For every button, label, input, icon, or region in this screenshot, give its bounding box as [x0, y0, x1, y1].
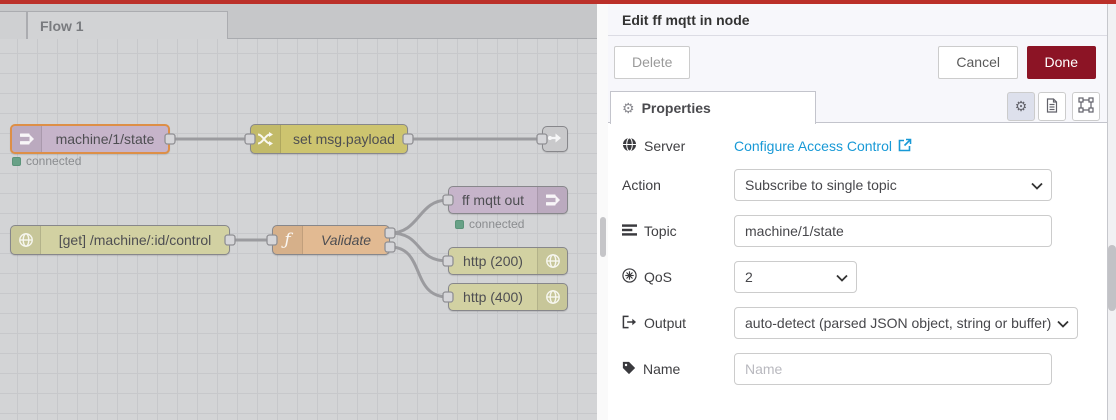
done-button[interactable]: Done	[1026, 46, 1096, 79]
tab-label: Properties	[641, 100, 711, 116]
output-row: Output auto-detect (parsed JSON object, …	[622, 307, 1079, 339]
editor-scrollbar[interactable]	[600, 217, 606, 257]
node-link-out[interactable]	[542, 126, 568, 152]
tray-title: Edit ff mqtt in node	[608, 4, 1107, 36]
globe-icon	[11, 226, 41, 254]
topic-label: Topic	[622, 223, 734, 240]
qos-label: QoS	[622, 268, 734, 286]
function-icon: ƒ	[273, 226, 303, 254]
tab-properties[interactable]: ⚙ Properties	[610, 91, 816, 124]
mqtt-icon	[12, 126, 42, 152]
globe-icon	[622, 137, 637, 155]
external-link-icon	[898, 138, 912, 155]
action-label: Action	[622, 177, 661, 193]
sign-out-icon	[622, 315, 637, 332]
globe-icon	[537, 284, 567, 310]
topic-input[interactable]	[745, 223, 1043, 239]
status-text: connected	[469, 217, 525, 231]
status-dot-icon	[455, 219, 464, 229]
node-http-in[interactable]: [get] /machine/:id/control	[10, 225, 230, 255]
topic-input-wrap	[734, 215, 1052, 247]
node-label: machine/1/state	[55, 131, 155, 147]
name-input-wrap	[734, 353, 1052, 385]
chevron-down-icon	[836, 269, 848, 285]
mqtt-icon	[537, 187, 567, 213]
link-out-icon	[547, 130, 563, 149]
chevron-down-icon	[1031, 177, 1043, 193]
node-label: Validate	[320, 232, 372, 248]
appearance-view-button[interactable]	[1072, 92, 1100, 121]
node-mqtt-out[interactable]: ff mqtt out	[448, 186, 568, 214]
flow-editor: Flow 1 machine/1/state set msg.payload […	[0, 4, 597, 420]
partial-tab[interactable]	[0, 11, 27, 39]
tab-flow-1[interactable]: Flow 1	[27, 11, 228, 40]
action-select[interactable]: Subscribe to single topic	[734, 169, 1052, 201]
delete-button[interactable]: Delete	[614, 46, 691, 79]
node-http-response-400[interactable]: http (400)	[448, 283, 568, 311]
window-scroll-track[interactable]	[1108, 4, 1116, 420]
server-row: Server Configure Access Control	[622, 131, 1052, 161]
topic-row: Topic	[622, 215, 1052, 247]
node-mqtt-in[interactable]: machine/1/state	[10, 124, 170, 154]
status-dot-icon	[12, 156, 21, 166]
flow-tab-bar: Flow 1	[0, 4, 597, 40]
output-label: Output	[622, 315, 734, 332]
action-row: Action Subscribe to single topic	[622, 169, 1052, 201]
node-label: set msg.payload	[293, 131, 395, 147]
gear-icon: ⚙	[622, 99, 635, 116]
qos-row: QoS 2	[622, 261, 1052, 293]
globe-icon	[537, 248, 567, 274]
editor-scroll-track	[597, 4, 608, 420]
tray-tab-row: ⚙ Properties ⚙	[608, 90, 1107, 124]
node-label: [get] /machine/:id/control	[58, 232, 212, 248]
node-label: http (400)	[463, 289, 523, 305]
name-input[interactable]	[745, 361, 1043, 377]
node-change[interactable]: set msg.payload	[250, 124, 408, 154]
properties-form: Server Configure Access Control Action S…	[608, 123, 1107, 385]
tray-toolbar: Delete Cancel Done	[608, 36, 1107, 90]
chevron-down-icon	[1057, 315, 1069, 331]
tasks-icon	[622, 223, 637, 240]
qos-star-icon	[622, 268, 637, 286]
node-status: connected	[455, 217, 524, 231]
workspace-canvas[interactable]: machine/1/state set msg.payload [get] /m…	[0, 39, 597, 420]
edit-tray: Edit ff mqtt in node Delete Cancel Done …	[608, 4, 1107, 420]
group-selection-icon	[1078, 97, 1094, 116]
qos-select[interactable]: 2	[734, 261, 857, 293]
node-label: ff mqtt out	[462, 192, 524, 208]
configure-access-control-link[interactable]: Configure Access Control	[734, 138, 912, 155]
node-label: http (200)	[463, 253, 523, 269]
top-accent-bar	[0, 0, 1116, 4]
name-label: Name	[622, 361, 734, 378]
tag-icon	[622, 361, 636, 378]
name-row: Name	[622, 353, 1052, 385]
status-text: connected	[26, 154, 82, 168]
node-status: connected	[12, 154, 81, 168]
output-select[interactable]: auto-detect (parsed JSON object, string …	[734, 307, 1079, 339]
window-scrollbar[interactable]	[1108, 245, 1116, 311]
properties-view-button[interactable]: ⚙	[1007, 92, 1035, 121]
document-icon	[1045, 97, 1059, 116]
shuffle-icon	[251, 125, 281, 153]
gear-icon: ⚙	[1014, 98, 1028, 114]
node-http-response-200[interactable]: http (200)	[448, 247, 568, 275]
app-window: Flow 1 machine/1/state set msg.payload […	[0, 0, 1116, 420]
cancel-button[interactable]: Cancel	[938, 46, 1018, 79]
node-function[interactable]: ƒ Validate	[272, 225, 390, 255]
description-view-button[interactable]	[1038, 92, 1066, 121]
server-label: Server	[622, 137, 734, 155]
